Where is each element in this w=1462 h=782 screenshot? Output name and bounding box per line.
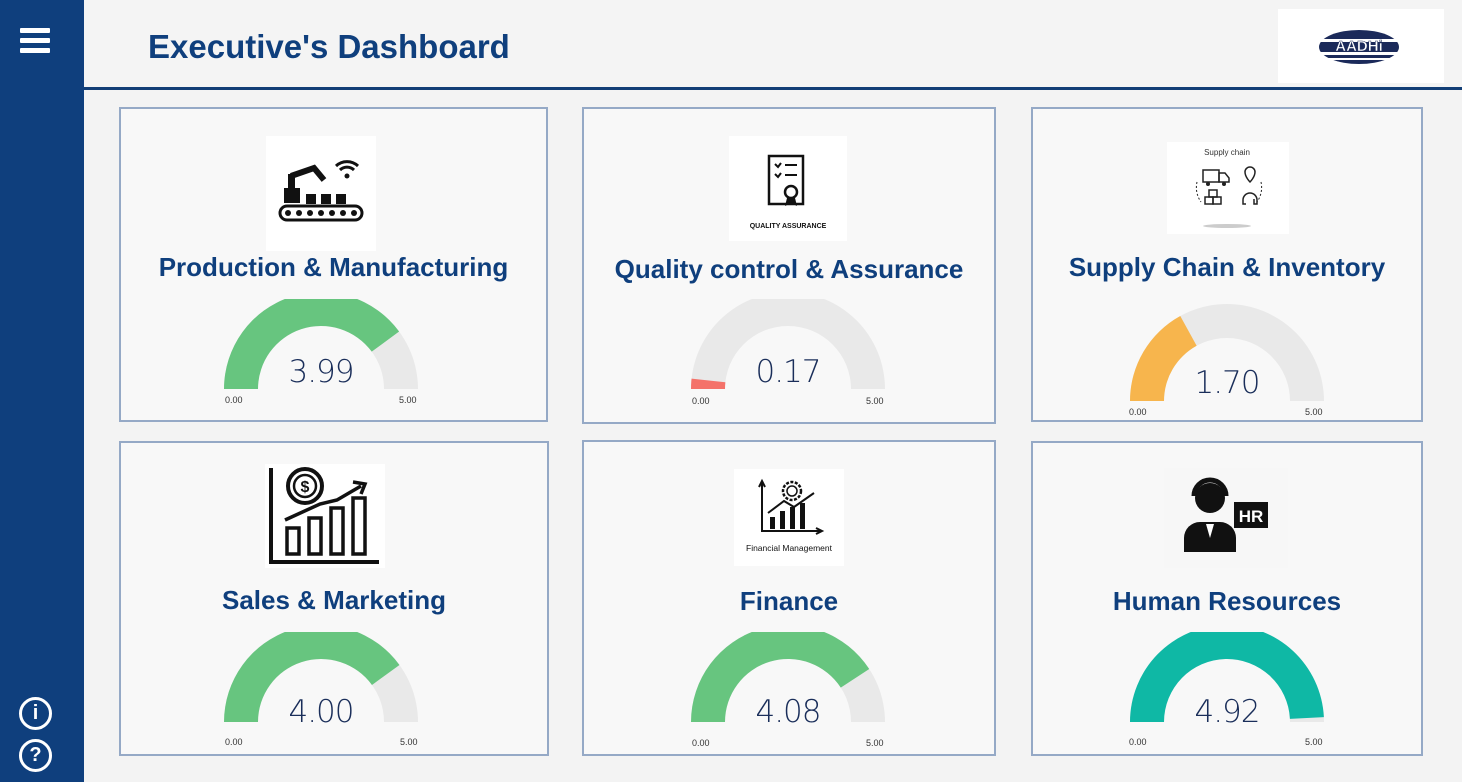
svg-text:QUALITY ASSURANCE: QUALITY ASSURANCE — [750, 223, 827, 230]
card-title: Sales & Marketing — [222, 585, 446, 615]
card-human-resources[interactable]: HR Human Resources 4.92 0.00 5.00 — [1031, 441, 1423, 756]
gauge-max-label: 5.00 — [866, 396, 884, 406]
info-icon[interactable]: i — [19, 697, 52, 730]
gauge-min-label: 0.00 — [692, 396, 710, 406]
sales-growth-icon: $ — [265, 464, 385, 568]
gauge-value: 4.92 — [1194, 694, 1260, 730]
gauge-min-label: 0.00 — [225, 395, 243, 405]
svg-text:AADHi: AADHi — [1335, 38, 1383, 55]
card-production-manufacturing[interactable]: Production & Manufacturing 3.99 0.00 5.0… — [119, 107, 548, 422]
gauge-min-label: 0.00 — [692, 738, 710, 748]
company-logo: AADHi — [1278, 9, 1444, 83]
help-icon[interactable]: ? — [19, 739, 52, 772]
certificate-icon: QUALITY ASSURANCE — [729, 136, 847, 241]
gauge-value: 3.99 — [288, 354, 354, 390]
header: Executive's Dashboard AADHi — [84, 0, 1462, 90]
card-finance[interactable]: Financial Management Finance 4.08 0.00 5… — [582, 440, 996, 756]
gauge-value: 1.70 — [1194, 365, 1260, 401]
card-sales-marketing[interactable]: $ Sales & Marketing 4.00 0.00 5.00 — [119, 441, 549, 756]
svg-text:HR: HR — [1239, 507, 1264, 526]
svg-text:Financial Management: Financial Management — [746, 543, 833, 553]
gauge-max-label: 5.00 — [1305, 407, 1323, 417]
gauge-value: 4.00 — [288, 694, 354, 730]
supply-chain-icon: Supply chain — [1167, 142, 1289, 234]
card-title: Finance — [739, 586, 839, 616]
factory-robot-icon — [266, 136, 376, 251]
gauge-value: 0.17 — [755, 354, 821, 390]
gauge-min-label: 0.00 — [1129, 407, 1147, 417]
card-quality-control[interactable]: QUALITY ASSURANCE Quality control & Assu… — [582, 107, 996, 424]
gauge-min-label: 0.00 — [225, 737, 243, 747]
page-title: Executive's Dashboard — [148, 28, 510, 65]
sidebar: i ? — [0, 0, 84, 782]
gauge-min-label: 0.00 — [1129, 737, 1147, 747]
gauge-value: 4.08 — [755, 694, 821, 730]
gauge-max-label: 5.00 — [399, 395, 417, 405]
svg-text:Supply chain: Supply chain — [1204, 148, 1250, 157]
gauge-max-label: 5.00 — [400, 737, 418, 747]
card-supply-chain[interactable]: Supply chain Supply Chain & Inventory 1.… — [1031, 107, 1423, 422]
svg-text:$: $ — [301, 479, 310, 496]
hr-person-icon: HR — [1164, 468, 1288, 568]
hamburger-menu-icon[interactable] — [20, 28, 50, 58]
card-title: Supply Chain & Inventory — [1068, 252, 1386, 282]
card-title: Quality control & Assurance — [614, 254, 964, 284]
card-title: Human Resources — [1112, 586, 1342, 616]
financial-management-icon: Financial Management — [734, 469, 844, 566]
card-title: Production & Manufacturing — [158, 252, 509, 282]
gauge-max-label: 5.00 — [866, 738, 884, 748]
gauge-max-label: 5.00 — [1305, 737, 1323, 747]
